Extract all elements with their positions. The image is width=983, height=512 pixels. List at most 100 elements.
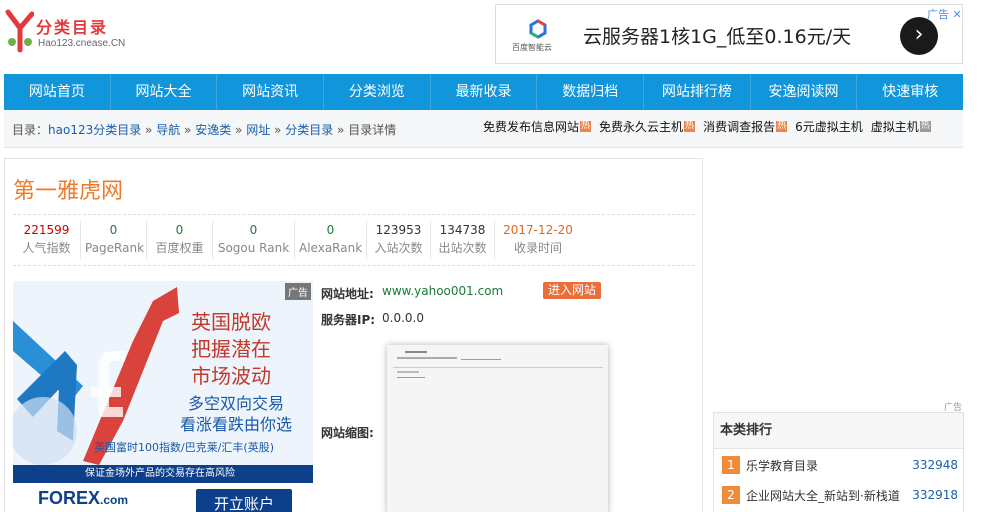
promo-link-free-info[interactable]: 免费发布信息网站热 <box>483 118 592 135</box>
promo-label: 虚拟主机 <box>870 120 919 134</box>
site-title: 第一雅虎网 <box>13 179 124 204</box>
promo-links: 免费发布信息网站热 免费永久云主机热 消费调查报告热 6元虚拟主机 虚拟主机热 <box>483 118 939 135</box>
stat-value: 0 <box>109 223 118 237</box>
rank-number: 1 <box>722 456 740 474</box>
stat-value: 0 <box>175 223 184 237</box>
cloud-logo-icon <box>529 19 547 39</box>
promo-link-free-host[interactable]: 免费永久云主机热 <box>599 118 696 135</box>
ranking-title: 本类排行 <box>714 413 963 449</box>
stat-value: 2017-12-20 <box>503 223 573 237</box>
breadcrumb-sep: » <box>270 123 286 137</box>
forex-headline: 英国脱欧 把握潜在 市场波动 <box>191 309 271 390</box>
breadcrumb-sep: » <box>141 123 157 137</box>
nav-item-reading[interactable]: 安逸阅读网 <box>751 74 858 110</box>
ad-tag: 广告 <box>285 283 311 300</box>
close-icon[interactable]: ✕ <box>953 8 962 21</box>
cloud-logo-text: 百度智能云 <box>512 43 552 52</box>
logo-url: Hao123.cnease.CN <box>38 38 126 49</box>
stat-label: 百度权重 <box>155 241 204 255</box>
promo-label: 免费永久云主机 <box>599 120 684 134</box>
forex-brand-suffix: .com <box>100 493 129 507</box>
promo-label: 免费发布信息网站 <box>483 120 580 134</box>
nav-item-archive[interactable]: 数据归档 <box>537 74 645 110</box>
stat-outbound: 134738 出站次数 <box>431 221 495 259</box>
nav-item-ranking[interactable]: 网站排行榜 <box>644 74 751 110</box>
stat-value: 221599 <box>23 223 70 237</box>
stat-label: 入站次数 <box>374 241 423 255</box>
forex-headline-line: 市场波动 <box>191 364 271 388</box>
thumbnail-preview <box>387 345 608 512</box>
breadcrumb-sep: » <box>231 123 247 137</box>
stat-label: 出站次数 <box>438 241 487 255</box>
stat-baidu-weight: 0 百度权重 <box>147 221 213 259</box>
visit-site-button[interactable]: 进入网站 <box>543 282 601 299</box>
server-ip: 0.0.0.0 <box>382 311 424 325</box>
hot-badge: 热 <box>776 121 788 132</box>
stat-value: 134738 <box>439 223 486 237</box>
nav-item-home[interactable]: 网站首页 <box>4 74 111 110</box>
baidu-cloud-logo: 百度智能云 <box>510 19 566 53</box>
forex-risk-warning: 保证金场外产品的交易存在高风险 <box>13 465 313 483</box>
top-ad-arrow-icon[interactable]: › <box>900 17 938 55</box>
stat-value: 0 <box>326 223 335 237</box>
ad-choices-mark[interactable]: 广告 ✕ <box>927 6 962 22</box>
stat-sogou-rank: 0 Sogou Rank <box>213 221 295 259</box>
rank-count: 332948 <box>912 458 958 472</box>
nav-item-categories[interactable]: 分类浏览 <box>324 74 431 110</box>
nav-item-news[interactable]: 网站资讯 <box>217 74 325 110</box>
forex-brand-name: FOREX <box>38 488 101 508</box>
category-ranking: 本类排行 1 乐学教育目录 332948 2 企业网站大全_新站到·新栈道 33… <box>713 412 964 512</box>
site-url[interactable]: www.yahoo001.com <box>382 284 503 298</box>
site-detail-panel: 第一雅虎网 221599 人气指数 0 PageRank 0 百度权重 0 Sogou … <box>4 158 703 512</box>
breadcrumb-link-nav[interactable]: 导航 <box>156 123 180 137</box>
main-nav: 网站首页 网站大全 网站资讯 分类浏览 最新收录 数据归档 网站排行榜 安逸阅读… <box>4 74 963 110</box>
stat-inbound: 123953 入站次数 <box>367 221 431 259</box>
forex-ad[interactable]: 广告 英国脱欧 把握潜在 市场波动 多空双向交易 看涨看跌由你选 英国富时100… <box>13 281 313 512</box>
forex-sub-line: 看涨看跌由你选 <box>180 415 293 434</box>
breadcrumb: 目录：hao123分类目录 » 导航 » 安逸类 » 网址 » 分类目录 » 目… <box>12 121 396 138</box>
forex-stocks: 英国富时100指数/巴克莱/汇丰(英股) <box>94 441 274 454</box>
breadcrumb-link-catalog[interactable]: 分类目录 <box>285 123 333 137</box>
promo-link-survey[interactable]: 消费调查报告热 <box>703 118 788 135</box>
ad-mark-label: 广告 <box>927 8 949 21</box>
forex-headline-line: 把握潜在 <box>191 337 271 361</box>
promo-link-6yuan-host[interactable]: 6元虚拟主机 <box>795 118 863 135</box>
logo-mark-icon <box>5 9 35 53</box>
hot-badge: 热 <box>684 121 696 132</box>
breadcrumb-sep: » <box>180 123 196 137</box>
breadcrumb-bar: 目录：hao123分类目录 » 导航 » 安逸类 » 网址 » 分类目录 » 目… <box>4 110 963 148</box>
promo-label: 6元虚拟主机 <box>795 120 863 134</box>
stat-label: 收录时间 <box>513 241 562 255</box>
open-account-button[interactable]: 开立账户 <box>196 489 292 512</box>
breadcrumb-current: 目录详情 <box>348 123 397 137</box>
nav-item-directory[interactable]: 网站大全 <box>111 74 218 110</box>
ranking-item[interactable]: 2 企业网站大全_新站到·新栈道 332918 <box>722 485 958 505</box>
stat-label: 人气指数 <box>22 241 71 255</box>
rank-site-name[interactable]: 乐学教育目录 <box>746 457 912 474</box>
stat-date: 2017-12-20 收录时间 <box>495 221 581 259</box>
forex-brand: FOREX.com <box>38 488 128 509</box>
hot-badge: 热 <box>919 121 931 132</box>
breadcrumb-link-url[interactable]: 网址 <box>246 123 270 137</box>
nav-item-latest[interactable]: 最新收录 <box>431 74 538 110</box>
site-thumbnail[interactable] <box>387 345 608 512</box>
ranking-item[interactable]: 1 乐学教育目录 332948 <box>722 455 958 475</box>
stats-row: 221599 人气指数 0 PageRank 0 百度权重 0 Sogou Rank 0… <box>13 214 695 266</box>
stat-label: Sogou Rank <box>217 241 290 255</box>
hot-badge: 热 <box>580 121 592 132</box>
top-ad-text[interactable]: 云服务器1核1G_低至0.16元/天 <box>583 22 851 49</box>
nav-item-fast-review[interactable]: 快速审核 <box>857 74 963 110</box>
ip-label: 服务器IP: <box>321 313 376 327</box>
stat-value: 123953 <box>375 223 422 237</box>
breadcrumb-link-anyi[interactable]: 安逸类 <box>195 123 231 137</box>
rank-site-name[interactable]: 企业网站大全_新站到·新栈道 <box>746 487 912 504</box>
forex-headline-line: 英国脱欧 <box>191 310 271 334</box>
top-ad-banner[interactable]: 百度智能云 云服务器1核1G_低至0.16元/天 › 广告 ✕ <box>495 4 963 64</box>
forex-subtitle: 多空双向交易 看涨看跌由你选 <box>180 393 292 435</box>
breadcrumb-link-home[interactable]: hao123分类目录 <box>48 123 141 137</box>
stat-label: AlexaRank <box>299 241 363 255</box>
promo-link-virtual-host[interactable]: 虚拟主机热 <box>871 118 931 135</box>
logo-name: 分类目录 <box>36 18 109 37</box>
url-label: 网站地址: <box>321 287 374 301</box>
stat-label: PageRank <box>85 241 145 255</box>
